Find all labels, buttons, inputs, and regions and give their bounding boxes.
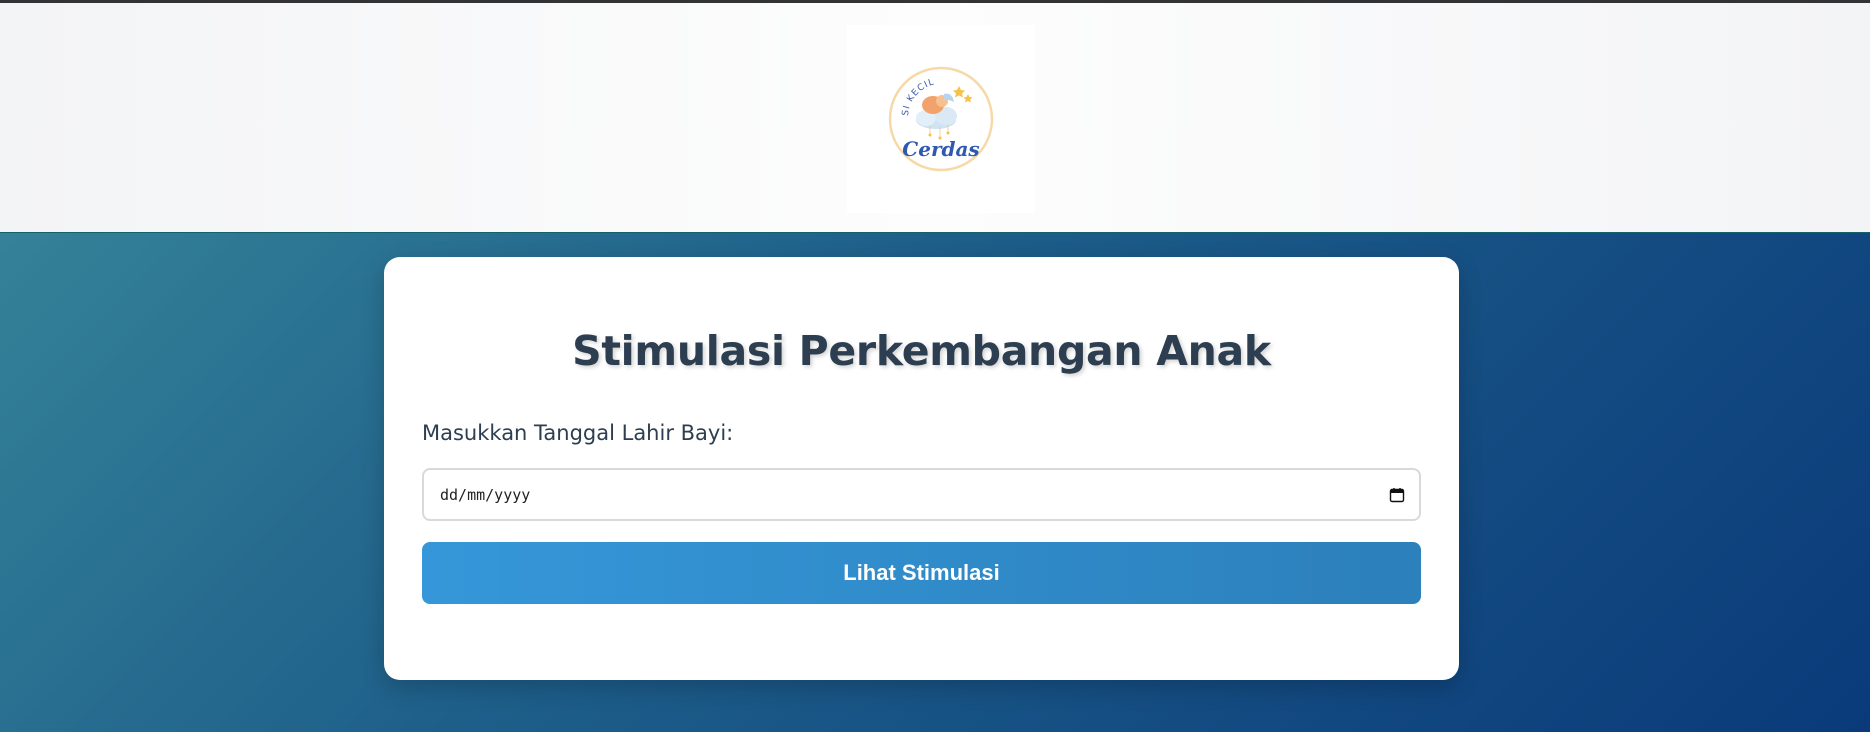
birthdate-placeholder: dd/mm/yyyy	[440, 485, 531, 504]
svg-text:Cerdas: Cerdas	[902, 137, 979, 161]
logo: SI KECIL Cerdas	[847, 25, 1035, 213]
logo-image: SI KECIL Cerdas	[888, 66, 994, 172]
header: SI KECIL Cerdas	[0, 3, 1870, 233]
view-stimulation-button[interactable]: Lihat Stimulasi	[422, 542, 1421, 604]
page: SI KECIL Cerdas Stimulasi Perkembangan A…	[0, 0, 1870, 732]
birthdate-label: Masukkan Tanggal Lahir Bayi:	[422, 421, 734, 445]
calendar-icon[interactable]	[1389, 487, 1405, 503]
page-title: Stimulasi Perkembangan Anak	[572, 327, 1271, 375]
birthdate-input[interactable]: dd/mm/yyyy	[422, 468, 1421, 521]
stimulation-form-card: Stimulasi Perkembangan Anak Masukkan Tan…	[384, 257, 1459, 680]
